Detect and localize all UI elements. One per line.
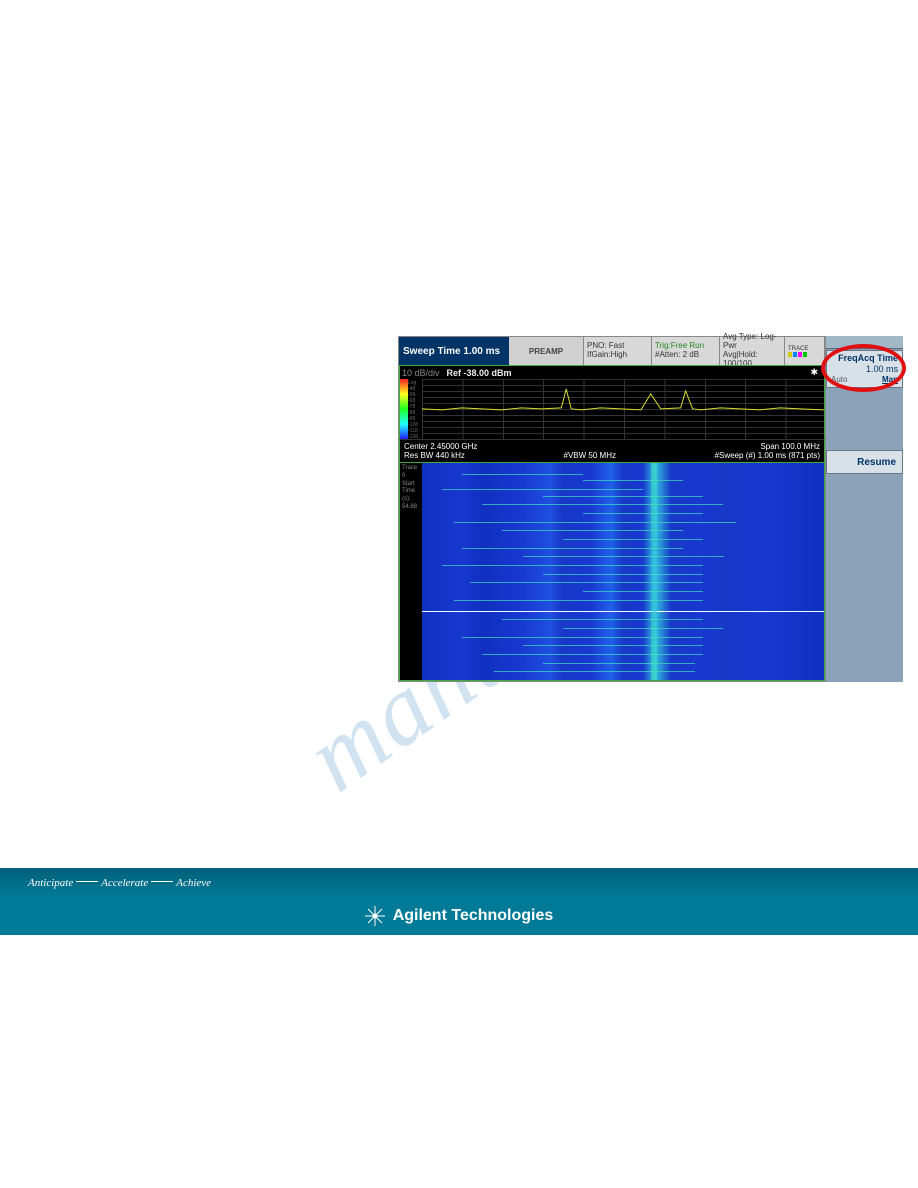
spec-start-lbl: Start — [402, 481, 420, 489]
spec-trace-lbl: Trace — [402, 465, 420, 473]
resume-button[interactable]: Resume — [826, 450, 903, 474]
freqacq-time-button[interactable]: FreqAcq Time 1.00 ms Auto Man — [826, 350, 903, 388]
tagline-row: Anticipate Accelerate Achieve — [0, 868, 918, 897]
freqacq-title: FreqAcq Time — [831, 353, 898, 364]
footer-bar: Anticipate Accelerate Achieve Agilent Te… — [0, 868, 918, 935]
sweep-control-header[interactable] — [826, 336, 903, 349]
res-bw: Res BW 440 kHz — [404, 451, 465, 460]
spec-trace-num: 0 — [402, 473, 420, 481]
main-display: Sweep Time 1.00 ms PREAMP PNO: Fast IfGa… — [398, 336, 826, 682]
spec-time-val: 54.88 — [402, 504, 420, 512]
ref-value: Ref -38.00 dBm — [447, 368, 512, 378]
starburst-icon — [365, 906, 385, 926]
atten-line: #Atten: 2 dB — [655, 351, 716, 360]
center-freq: Center 2.45000 GHz — [404, 442, 477, 451]
softkey-panel: FreqAcq Time 1.00 ms Auto Man Resume — [826, 336, 903, 682]
tagline-achieve: Achieve — [176, 877, 211, 889]
trace-plot-area: Log -48-58-68-78-88-98-108-118-128 — [399, 379, 825, 439]
pno-cell: PNO: Fast IfGain:High — [584, 337, 652, 365]
preamp-indicator: PREAMP — [509, 337, 584, 365]
avg-cell: Avg Type: Log-Pwr Avg|Hold: 100/100 — [720, 337, 785, 365]
trace-info-bar: Center 2.45000 GHz Span 100.0 MHz Res BW… — [399, 439, 825, 463]
brand-row: Agilent Technologies — [0, 897, 918, 935]
trace-yaxis: Log -48-58-68-78-88-98-108-118-128 — [400, 379, 422, 439]
tagline-anticipate: Anticipate — [28, 877, 73, 889]
spectrum-analyzer-screenshot: Sweep Time 1.00 ms PREAMP PNO: Fast IfGa… — [398, 336, 903, 682]
trace-plot — [422, 379, 824, 439]
brand-name: Agilent Technologies — [393, 907, 554, 925]
spec-time-lbl: Time — [402, 488, 420, 496]
spectrum-trace — [422, 379, 824, 439]
span: Span 100.0 MHz — [760, 442, 820, 451]
trig-cell: Trig:Free Run #Atten: 2 dB — [652, 337, 720, 365]
sweep-time-label: Sweep Time 1.00 ms — [399, 337, 509, 365]
y-labels: Log -48-58-68-78-88-98-108-118-128 — [408, 379, 422, 439]
tagline-accelerate: Accelerate — [101, 877, 148, 889]
pno-line2: IfGain:High — [587, 351, 648, 360]
spectrogram-area: Trace 0 Start Time (s): 54.88 — [399, 463, 825, 681]
spec-s-lbl: (s): — [402, 496, 420, 504]
avg-type: Avg Type: Log-Pwr — [723, 333, 781, 351]
marker-star-icon: ✱ — [810, 367, 818, 378]
freqacq-value: 1.00 ms — [831, 364, 898, 375]
agilent-logo: Agilent Technologies — [365, 906, 554, 926]
mode-man: Man — [882, 375, 898, 385]
top-info-bar: Sweep Time 1.00 ms PREAMP PNO: Fast IfGa… — [399, 337, 825, 365]
mode-auto: Auto — [831, 375, 847, 385]
trace-indicator-cell: TRACE — [785, 337, 825, 365]
vbw: #VBW 50 MHz — [564, 451, 616, 460]
db-div: 10 dB/div — [402, 368, 440, 378]
sweep-pts: #Sweep (#) 1.00 ms (871 pts) — [715, 451, 820, 460]
reference-bar: 10 dB/div Ref -38.00 dBm ✱ — [399, 365, 825, 379]
spectrogram-yaxis: Trace 0 Start Time (s): 54.88 — [400, 463, 422, 680]
spectrogram-plot — [422, 463, 824, 680]
color-scale — [400, 379, 408, 439]
